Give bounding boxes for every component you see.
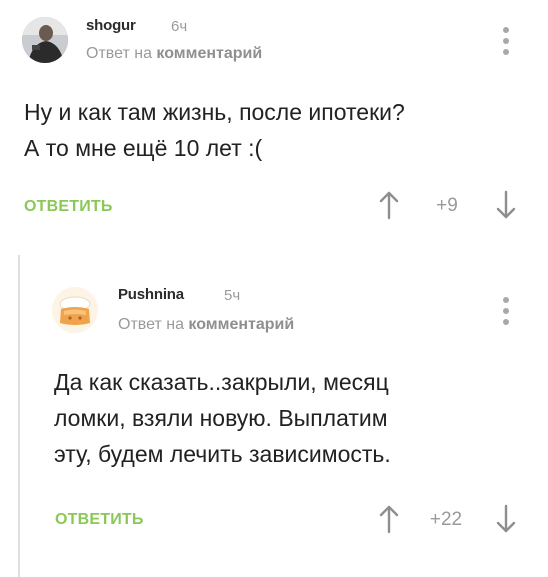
reply-button[interactable]: ОТВЕТИТЬ — [55, 511, 144, 529]
comment-text-line: А то мне ещё 10 лет :( — [24, 135, 263, 161]
comment-text-line: Ну и как там жизнь, после ипотеки? — [24, 99, 405, 125]
reply-to-link[interactable]: Ответ на комментарий — [118, 316, 294, 334]
comment-text-line: Да как сказать..закрыли, месяц — [54, 369, 389, 395]
reply-button[interactable]: ОТВЕТИТЬ — [24, 198, 113, 216]
avatar[interactable] — [22, 17, 68, 63]
author-name[interactable]: Pushnina — [118, 286, 184, 303]
comment-text: Да как сказать..закрыли, месяц ломки, вз… — [54, 364, 524, 472]
reply-to-prefix: Ответ на — [86, 45, 157, 62]
comment-reply: Pushnina 5ч Ответ на комментарий Да как … — [0, 250, 548, 577]
rating-count: +22 — [429, 509, 463, 530]
arrow-up-icon — [379, 191, 399, 220]
reply-to-prefix: Ответ на — [118, 316, 189, 333]
avatar[interactable] — [52, 287, 98, 333]
arrow-down-icon — [496, 190, 516, 219]
reply-to-target[interactable]: комментарий — [156, 45, 262, 62]
comment-text: Ну и как там жизнь, после ипотеки? А то … — [24, 94, 524, 166]
vote-up-button[interactable] — [377, 504, 401, 534]
author-name[interactable]: shogur — [86, 17, 136, 34]
comment-text-line: ломки, взяли новую. Выплатим — [54, 405, 388, 431]
reply-to-link[interactable]: Ответ на комментарий — [86, 45, 262, 63]
avatar-image — [22, 17, 68, 63]
more-vertical-icon[interactable] — [502, 297, 510, 325]
arrow-up-icon — [379, 505, 399, 534]
comment-time: 6ч — [171, 18, 188, 35]
comment-time: 5ч — [224, 287, 241, 304]
vote-down-button[interactable] — [494, 190, 518, 220]
vote-down-button[interactable] — [494, 504, 518, 534]
arrow-down-icon — [496, 504, 516, 533]
comment: shogur 6ч Ответ на комментарий Ну и как … — [0, 0, 548, 250]
more-vertical-icon[interactable] — [502, 27, 510, 55]
avatar-image — [52, 287, 98, 333]
vote-up-button[interactable] — [377, 190, 401, 220]
rating-count: +9 — [436, 195, 458, 216]
reply-to-target[interactable]: комментарий — [188, 316, 294, 333]
comment-text-line: эту, будем лечить зависимость. — [54, 441, 391, 467]
